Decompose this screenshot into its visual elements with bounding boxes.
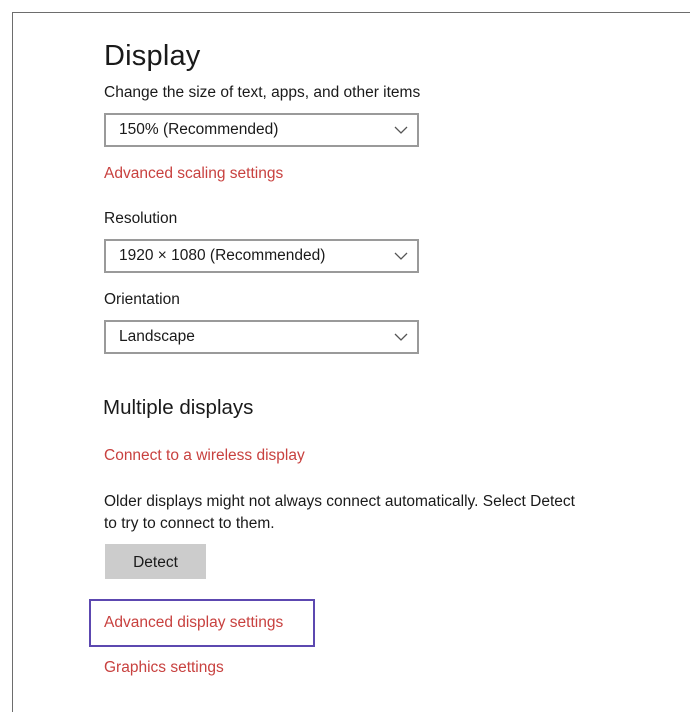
resolution-dropdown-value: 1920 × 1080 (Recommended) xyxy=(119,247,326,264)
detect-button[interactable]: Detect xyxy=(105,544,206,579)
scale-label: Change the size of text, apps, and other… xyxy=(104,84,421,101)
detect-description: Older displays might not always connect … xyxy=(104,493,575,532)
scale-dropdown[interactable]: 150% (Recommended) xyxy=(104,113,419,147)
chevron-down-icon xyxy=(394,252,408,260)
page-title: Display xyxy=(104,40,201,72)
resolution-dropdown[interactable]: 1920 × 1080 (Recommended) xyxy=(104,239,419,273)
advanced-scaling-settings-link[interactable]: Advanced scaling settings xyxy=(104,165,283,183)
chevron-down-icon xyxy=(394,126,408,134)
resolution-label: Resolution xyxy=(104,210,178,227)
multiple-displays-heading: Multiple displays xyxy=(103,396,254,419)
scale-dropdown-value: 150% (Recommended) xyxy=(119,121,279,138)
orientation-label: Orientation xyxy=(104,291,180,308)
advanced-display-settings-link[interactable]: Advanced display settings xyxy=(104,614,283,632)
graphics-settings-link[interactable]: Graphics settings xyxy=(104,659,224,677)
connect-wireless-display-link[interactable]: Connect to a wireless display xyxy=(104,447,305,465)
chevron-down-icon xyxy=(394,333,408,341)
orientation-dropdown-value: Landscape xyxy=(119,328,195,345)
orientation-dropdown[interactable]: Landscape xyxy=(104,320,419,354)
